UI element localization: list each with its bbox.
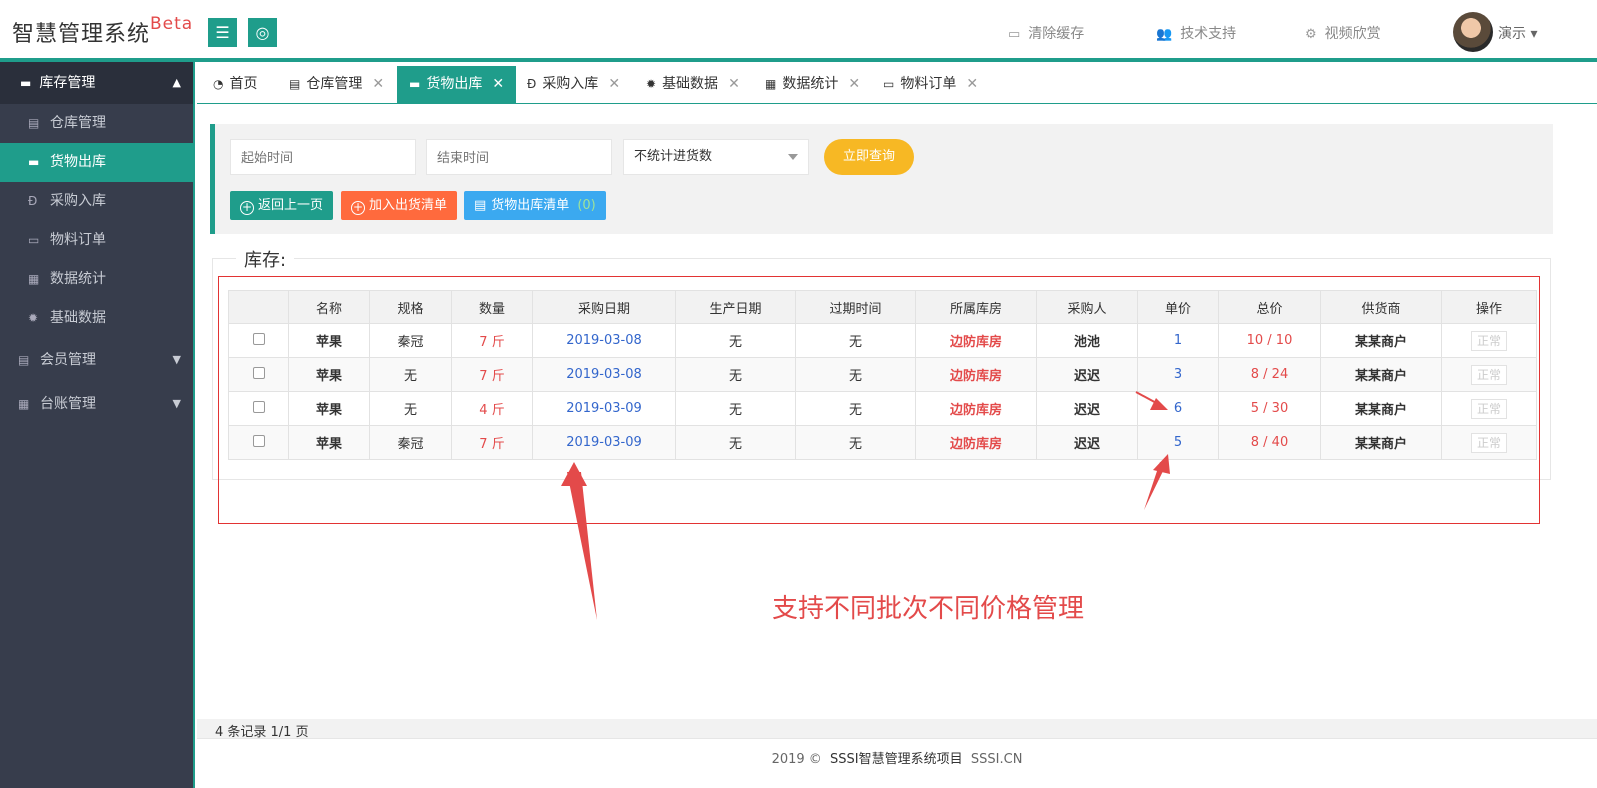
arrow-to-price-1	[1135, 391, 1168, 410]
copyright: 2019 © SSSI智慧管理系统项目 SSSI.CN	[771, 752, 1023, 767]
pagination-bar: 4 条记录 1/1 页	[197, 719, 1597, 740]
annotation-text: 支持不同批次不同价格管理	[772, 594, 1085, 624]
annotation-arrows	[561, 391, 1170, 620]
arrow-to-price-2	[1144, 454, 1170, 510]
record-count: 4 条记录 1/1 页	[215, 725, 309, 740]
arrow-to-date	[561, 462, 597, 620]
